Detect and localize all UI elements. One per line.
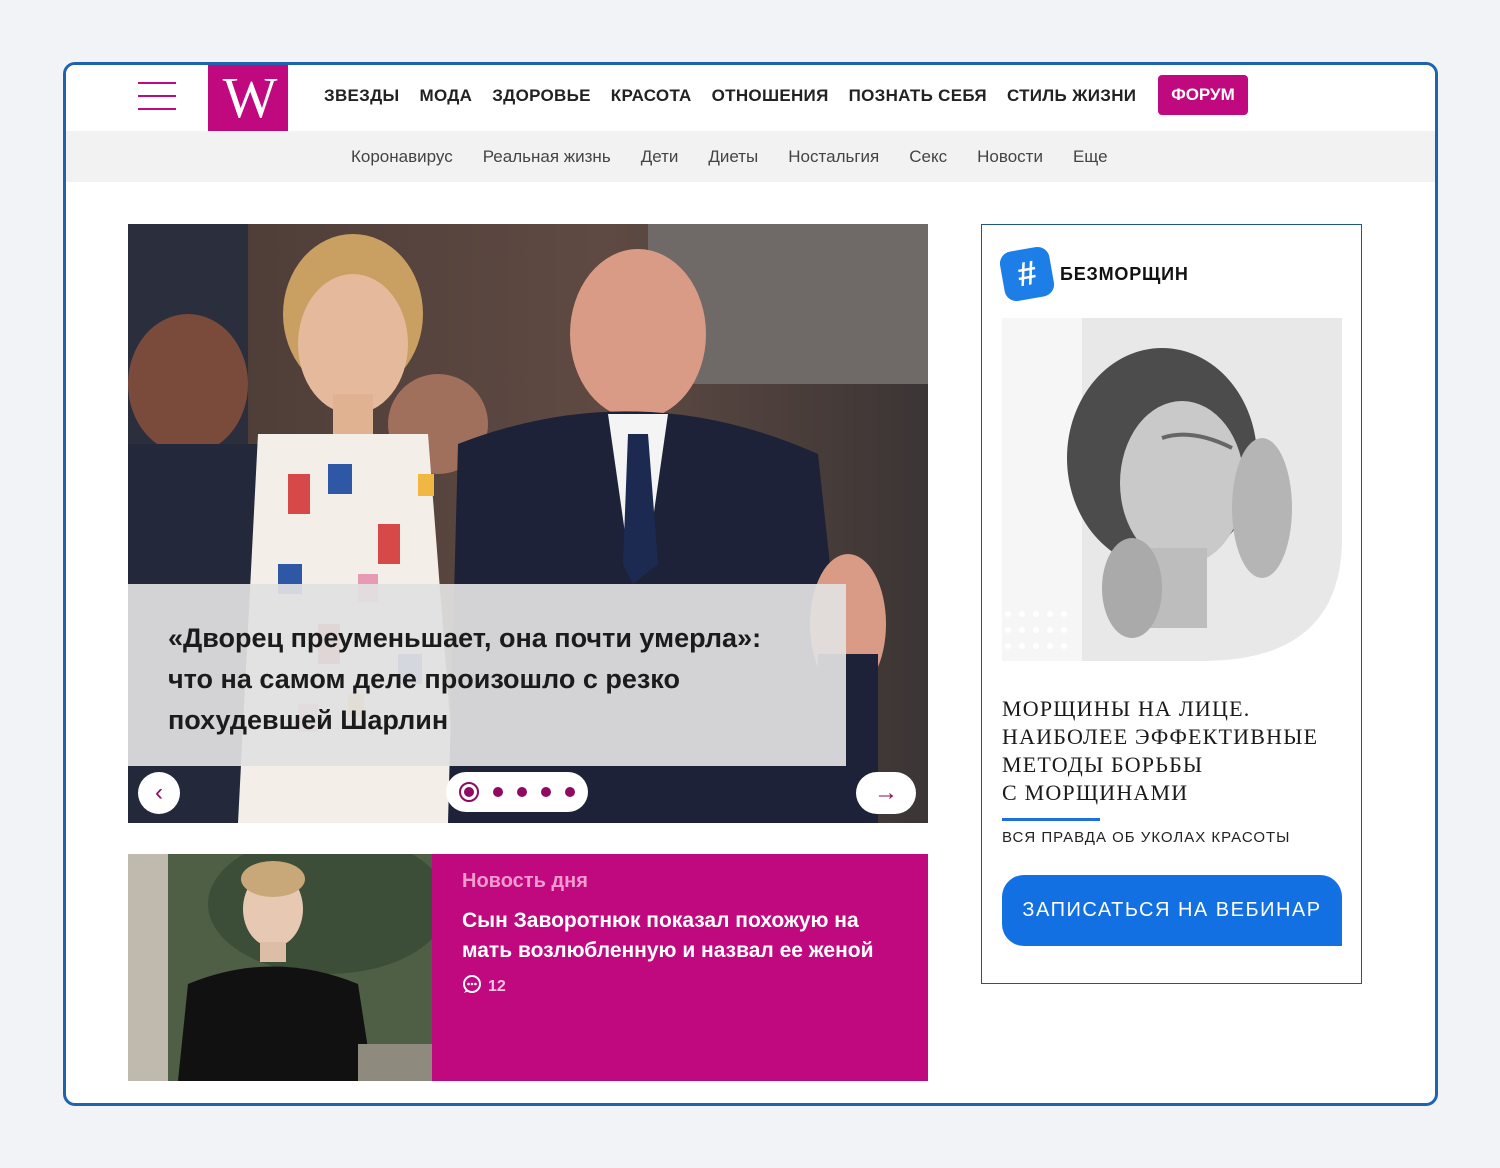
prev-slide-button[interactable]: ‹ [138, 772, 180, 814]
sub-nav: Коронавирус Реальная жизнь Дети Диеты Но… [66, 131, 1435, 182]
register-webinar-button[interactable]: ЗАПИСАТЬСЯ НА ВЕБИНАР [1002, 875, 1342, 946]
subnav-item-nostalgia[interactable]: Ностальгия [773, 131, 894, 182]
ad-subtitle: ВСЯ ПРАВДА ОБ УКОЛАХ КРАСОТЫ [1002, 829, 1291, 846]
nav-item-self[interactable]: ПОЗНАТЬ СЕБЯ [839, 84, 997, 108]
forum-button[interactable]: ФОРУМ [1158, 75, 1248, 115]
site-logo[interactable]: W [208, 65, 288, 131]
hero-title[interactable]: «Дворец преуменьшает, она почти умерла»:… [168, 618, 806, 741]
subnav-item-more[interactable]: Еще [1058, 131, 1123, 182]
slider-dot[interactable] [459, 782, 479, 802]
subnav-item-diets[interactable]: Диеты [693, 131, 773, 182]
news-of-day-card[interactable]: Новость дня Сын Заворотнюк показал похож… [128, 854, 928, 1081]
menu-icon[interactable] [138, 82, 176, 110]
ad-headline-line: МОРЩИНЫ НА ЛИЦЕ. [1002, 696, 1251, 721]
ad-headline-line: НАИБОЛЕЕ ЭФФЕКТИВНЫЕ [1002, 724, 1319, 749]
slider-dots [446, 772, 588, 812]
nav-item-beauty[interactable]: КРАСОТА [601, 84, 702, 108]
comments-count-value: 12 [488, 977, 506, 995]
ad-banner[interactable]: # БЕЗМОРЩИН МОРЩИНЫ НА ЛИЦЕ. НАИБОЛЕЕ ЭФ… [981, 224, 1362, 984]
subnav-item-kids[interactable]: Дети [626, 131, 694, 182]
ad-headline-line: С МОРЩИНАМИ [1002, 780, 1189, 805]
ad-headline[interactable]: МОРЩИНЫ НА ЛИЦЕ. НАИБОЛЕЕ ЭФФЕКТИВНЫЕ МЕ… [1002, 695, 1352, 807]
subnav-item-sex[interactable]: Секс [894, 131, 962, 182]
site-header: W ЗВЕЗДЫ МОДА ЗДОРОВЬЕ КРАСОТА ОТНОШЕНИЯ… [66, 65, 1435, 131]
subnav-item-real-life[interactable]: Реальная жизнь [468, 131, 626, 182]
slider-dot[interactable] [493, 787, 503, 797]
ad-divider [1002, 818, 1100, 821]
slider-dot[interactable] [565, 787, 575, 797]
ad-photo [1002, 318, 1342, 661]
next-slide-button[interactable]: → [856, 772, 916, 814]
news-photo[interactable] [128, 854, 432, 1081]
nav-item-relationships[interactable]: ОТНОШЕНИЯ [702, 84, 839, 108]
browser-frame: W ЗВЕЗДЫ МОДА ЗДОРОВЬЕ КРАСОТА ОТНОШЕНИЯ… [63, 62, 1438, 1106]
main-nav: ЗВЕЗДЫ МОДА ЗДОРОВЬЕ КРАСОТА ОТНОШЕНИЯ П… [314, 84, 1146, 108]
ad-brand-name: БЕЗМОРЩИН [1060, 263, 1189, 284]
nav-item-lifestyle[interactable]: СТИЛЬ ЖИЗНИ [997, 84, 1146, 108]
slider-dot[interactable] [517, 787, 527, 797]
ad-headline-line: МЕТОДЫ БОРЬБЫ [1002, 752, 1204, 777]
hero-caption[interactable]: «Дворец преуменьшает, она почти умерла»:… [128, 584, 846, 766]
nav-item-health[interactable]: ЗДОРОВЬЕ [482, 84, 601, 108]
nav-item-stars[interactable]: ЗВЕЗДЫ [314, 84, 409, 108]
hashtag-icon: # [998, 245, 1056, 303]
news-title[interactable]: Сын Заворотнюк показал похожую на мать в… [462, 906, 902, 966]
news-tag: Новость дня [462, 870, 588, 892]
hero-slider[interactable]: «Дворец преуменьшает, она почти умерла»:… [128, 224, 928, 823]
comment-icon [462, 974, 482, 999]
comments-count[interactable]: 12 [462, 974, 902, 999]
subnav-item-news[interactable]: Новости [962, 131, 1058, 182]
slider-dot[interactable] [541, 787, 551, 797]
ad-brand: # БЕЗМОРЩИН [998, 245, 1189, 303]
subnav-item-coronavirus[interactable]: Коронавирус [336, 131, 468, 182]
nav-item-fashion[interactable]: МОДА [409, 84, 482, 108]
